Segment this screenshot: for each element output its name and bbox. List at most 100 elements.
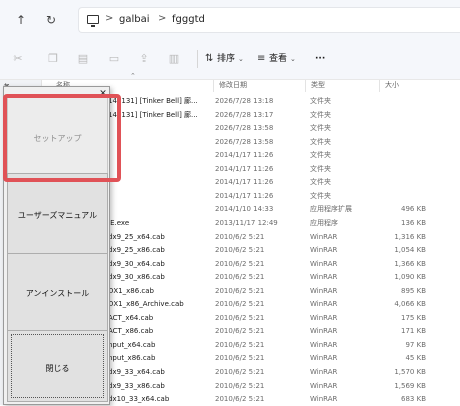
- share-icon[interactable]: ⇪: [138, 53, 150, 65]
- file-type: 文件夹: [310, 191, 331, 200]
- file-size: 97 KB: [405, 340, 426, 349]
- delete-icon[interactable]: ▥: [168, 53, 180, 65]
- toolbar-divider: [197, 50, 198, 68]
- file-date: 2014/1/10 14:33: [215, 205, 274, 214]
- file-size: 45 KB: [405, 354, 426, 363]
- close-label: 閉じる: [45, 364, 70, 373]
- file-size: 175 KB: [401, 313, 426, 322]
- file-name: ACT_x64.cab: [108, 313, 154, 322]
- file-date: 2014/1/17 11:26: [215, 191, 274, 200]
- column-divider[interactable]: [305, 80, 306, 92]
- file-name: dx9_30_x86.cab: [108, 273, 165, 282]
- file-date: 2026/7/28 13:17: [215, 110, 274, 119]
- file-size: 683 KB: [401, 395, 426, 404]
- file-name: DX1_x86.cab: [108, 286, 154, 295]
- refresh-icon[interactable]: ↻: [44, 13, 58, 27]
- file-name: dx9_25_x64.cab: [108, 232, 165, 241]
- file-date: 2014/1/17 11:26: [215, 164, 274, 173]
- file-size: 1,316 KB: [394, 232, 426, 241]
- file-name: dx9_33_x86.cab: [108, 381, 165, 390]
- file-type: WinRAR: [310, 286, 338, 295]
- file-size: 4,066 KB: [394, 300, 426, 309]
- breadcrumb-fgggtd[interactable]: fgggtd: [172, 14, 205, 25]
- column-header-date[interactable]: 修改日期: [219, 80, 247, 92]
- file-name: nput_x86.cab: [108, 354, 156, 363]
- file-type: WinRAR: [310, 300, 338, 309]
- file-date: 2013/11/17 12:49: [215, 218, 278, 227]
- file-date: 2026/7/28 13:58: [215, 137, 274, 146]
- file-name: 140131] [Tinker Bell] 廊...: [108, 97, 198, 105]
- file-date: 2026/7/28 13:58: [215, 124, 274, 133]
- command-bar: ✂ ❐ ▤ ▭ ⇪ ▥ ⇅ 排序 ⌄ ≡ 查看 ⌄ ···: [0, 38, 460, 80]
- file-type: 文件夹: [310, 124, 331, 133]
- file-type: 文件夹: [310, 178, 331, 187]
- up-arrow-icon[interactable]: ↑: [14, 13, 28, 27]
- file-name: nput_x64.cab: [108, 340, 156, 349]
- file-size: 1,090 KB: [394, 273, 426, 282]
- uninstall-label: アンインストール: [25, 289, 90, 298]
- file-name: DX1_x86_Archive.cab: [108, 300, 184, 309]
- file-type: WinRAR: [310, 246, 338, 255]
- file-type: 文件夹: [310, 164, 331, 173]
- file-date: 2010/6/2 5:21: [215, 286, 265, 295]
- view-button[interactable]: ≡ 查看 ⌄: [257, 52, 296, 66]
- breadcrumb-galbai[interactable]: galbai: [119, 14, 150, 25]
- view-label: 查看: [269, 54, 288, 64]
- sort-label: 排序: [217, 54, 236, 64]
- copy-icon[interactable]: ❐: [47, 53, 59, 65]
- file-date: 2010/6/2 5:21: [215, 354, 265, 363]
- view-icon: ≡: [257, 53, 266, 64]
- more-options-button[interactable]: ···: [315, 52, 325, 66]
- highlight-box: [3, 94, 121, 182]
- column-header-type[interactable]: 类型: [311, 80, 325, 92]
- file-name: dx10_33_x64.cab: [108, 395, 170, 404]
- address-bar[interactable]: > galbai > fgggtd: [78, 7, 460, 33]
- file-date: 2010/6/2 5:21: [215, 327, 265, 336]
- file-name: dx9_33_x64.cab: [108, 368, 165, 376]
- file-type: WinRAR: [310, 381, 338, 390]
- file-date: 2010/6/2 5:21: [215, 368, 265, 376]
- file-type: WinRAR: [310, 368, 338, 376]
- chevron-down-icon: ⌄: [238, 55, 244, 63]
- address-row: ↑ ↻ > galbai > fgggtd: [0, 0, 460, 38]
- file-type: WinRAR: [310, 259, 338, 268]
- file-date: 2026/7/28 13:18: [215, 97, 274, 105]
- file-explorer-window: ↑ ↻ > galbai > fgggtd ✂ ❐ ▤ ▭ ⇪ ▥ ⇅ 排序 ⌄ ≡…: [0, 0, 460, 405]
- file-type: WinRAR: [310, 395, 338, 404]
- file-size: 1,366 KB: [394, 259, 426, 268]
- file-date: 2010/6/2 5:21: [215, 313, 265, 322]
- file-size: 1,054 KB: [394, 246, 426, 255]
- file-date: 2010/6/2 5:21: [215, 395, 265, 404]
- file-date: 2014/1/17 11:26: [215, 178, 274, 187]
- users-manual-button[interactable]: ユーザーズマニュアル: [7, 173, 108, 255]
- file-name: IE.exe: [108, 218, 130, 227]
- file-type: WinRAR: [310, 354, 338, 363]
- close-button[interactable]: 閉じる: [7, 330, 108, 402]
- file-size: 895 KB: [401, 286, 426, 295]
- file-size: 171 KB: [401, 327, 426, 336]
- file-name: ACT_x86.cab: [108, 327, 154, 336]
- file-date: 2010/6/2 5:21: [215, 300, 265, 309]
- uninstall-button[interactable]: アンインストール: [7, 253, 108, 331]
- cut-icon[interactable]: ✂: [12, 53, 24, 65]
- file-size: 1,570 KB: [394, 368, 426, 376]
- file-name: dx9_25_x86.cab: [108, 246, 165, 255]
- this-pc-icon: [87, 15, 99, 27]
- breadcrumb-separator: >: [158, 13, 167, 24]
- file-date: 2010/6/2 5:21: [215, 232, 265, 241]
- column-header-size[interactable]: 大小: [385, 80, 399, 92]
- file-name: dx9_30_x64.cab: [108, 259, 165, 268]
- file-type: WinRAR: [310, 313, 338, 322]
- file-type: 文件夹: [310, 137, 331, 146]
- paste-icon[interactable]: ▤: [77, 53, 89, 65]
- file-type: WinRAR: [310, 273, 338, 282]
- column-divider[interactable]: [379, 80, 380, 92]
- rename-icon[interactable]: ▭: [108, 53, 120, 65]
- sort-icon: ⇅: [205, 53, 214, 64]
- sort-button[interactable]: ⇅ 排序 ⌄: [205, 52, 244, 66]
- column-divider[interactable]: [213, 80, 214, 92]
- file-date: 2010/6/2 5:21: [215, 340, 265, 349]
- sort-ascending-icon: ⌃: [130, 72, 136, 80]
- file-type: WinRAR: [310, 327, 338, 336]
- file-type: 文件夹: [310, 97, 331, 105]
